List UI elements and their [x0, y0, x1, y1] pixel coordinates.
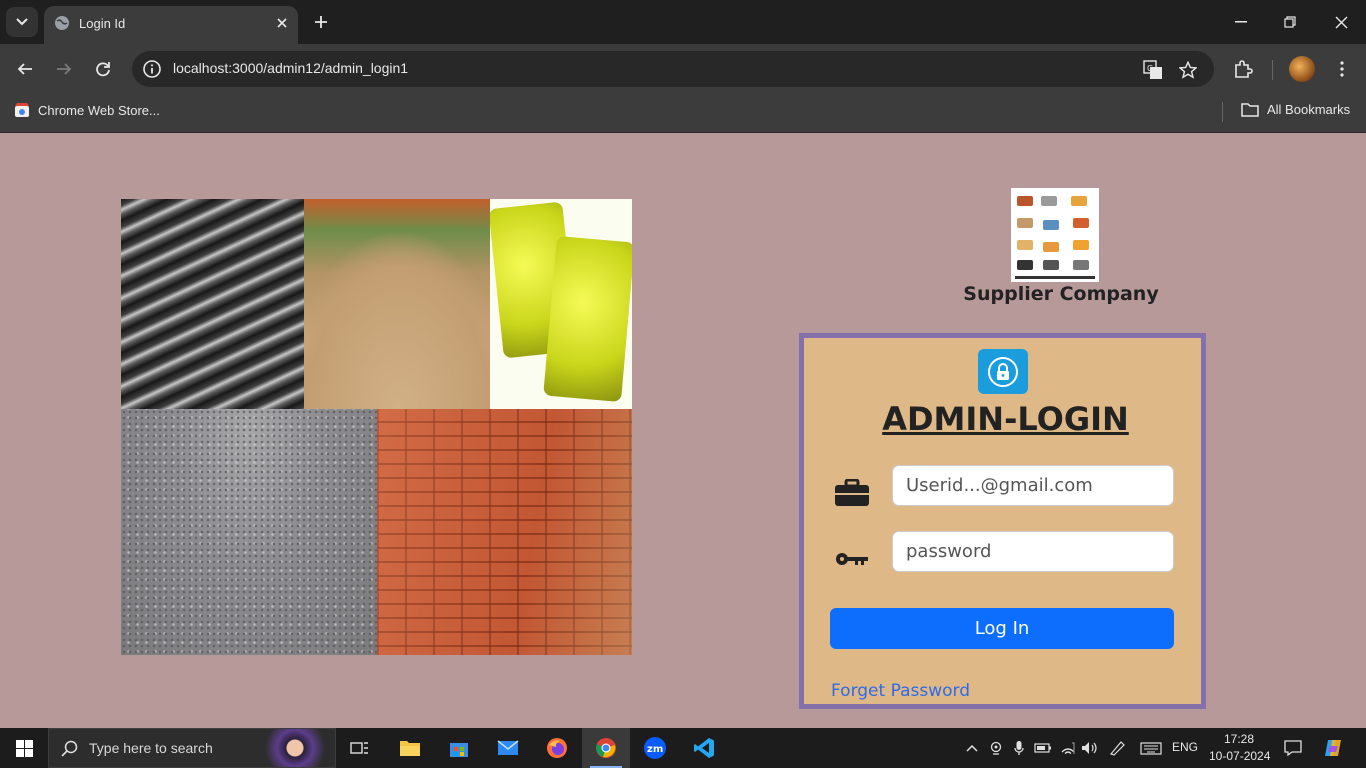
back-icon: [17, 63, 32, 75]
windows-taskbar: Type here to search zm ENG 17:28 10-07-2…: [0, 728, 1366, 768]
company-logo: [1011, 188, 1099, 282]
copilot-icon[interactable]: [1322, 738, 1344, 758]
search-highlight-image: [259, 729, 331, 767]
store-icon: [15, 103, 29, 117]
zoom-icon: zm: [644, 737, 666, 759]
firefox-icon: [547, 738, 567, 758]
tab-search-icon: [16, 18, 28, 26]
chrome-button[interactable]: [582, 728, 630, 768]
info-icon[interactable]: [142, 59, 162, 83]
clock-date[interactable]: 10-07-2024: [1209, 749, 1270, 763]
search-icon: [61, 740, 78, 757]
task-view-icon: [350, 742, 368, 754]
bookmark-label: Chrome Web Store...: [38, 102, 160, 118]
bricks-image: [377, 409, 632, 655]
tab-title: Login Id: [79, 16, 126, 31]
browser-tab[interactable]: Login Id: [44, 6, 298, 44]
login-title: ADMIN-LOGIN: [882, 400, 1129, 438]
company-name: Supplier Company: [963, 283, 1159, 305]
reload-icon: [96, 62, 110, 77]
materials-collage-image: [121, 199, 632, 655]
sand-image: [304, 199, 490, 409]
password-input[interactable]: [892, 531, 1174, 572]
bookmarks-bar: Chrome Web Store... All Bookmarks: [0, 94, 1366, 133]
wifi-icon[interactable]: [1058, 738, 1078, 758]
userid-input[interactable]: [892, 465, 1174, 506]
all-bookmarks-label: All Bookmarks: [1267, 102, 1351, 117]
maximize-button[interactable]: [1275, 8, 1305, 36]
store-button[interactable]: [435, 728, 483, 768]
battery-icon[interactable]: [1033, 738, 1053, 758]
language-indicator[interactable]: ENG: [1172, 740, 1198, 754]
profile-avatar[interactable]: [1289, 56, 1315, 82]
gravel-image: [121, 409, 377, 655]
address-bar[interactable]: localhost:3000/admin12/admin_login1 G: [132, 51, 1214, 87]
minimize-button[interactable]: [1226, 8, 1256, 36]
tab-search-button[interactable]: [6, 7, 38, 37]
taskbar-search-box[interactable]: Type here to search: [48, 728, 336, 768]
chevron-up-icon[interactable]: [962, 738, 982, 758]
star-icon[interactable]: [1177, 59, 1199, 81]
volume-icon[interactable]: [1080, 738, 1100, 758]
mail-button[interactable]: [484, 728, 532, 768]
all-bookmarks-button[interactable]: All Bookmarks: [1241, 102, 1350, 117]
zoom-button[interactable]: zm: [631, 728, 679, 768]
globe-icon: [54, 15, 70, 35]
file-explorer-icon: [400, 741, 420, 756]
bookmarks-separator: [1222, 102, 1223, 122]
notifications-icon[interactable]: [1283, 738, 1303, 758]
folder-icon: [1241, 103, 1259, 117]
minimize-icon: [1235, 21, 1247, 23]
window-close-button[interactable]: [1326, 8, 1356, 36]
firefox-button[interactable]: [533, 728, 581, 768]
browser-tab-bar: Login Id: [0, 0, 1366, 44]
steel-rods-image: [121, 199, 304, 409]
page-content: Supplier Company ADMIN-LOGIN Log In Forg…: [0, 133, 1366, 728]
windows-icon: [15, 739, 33, 757]
cement-bags-image: [490, 199, 632, 409]
taskbar-search-text: Type here to search: [89, 740, 213, 756]
microphone-icon[interactable]: [1009, 738, 1029, 758]
toolbar-separator: [1272, 60, 1273, 80]
svg-text:zm: zm: [647, 744, 663, 755]
bookmark-chrome-web-store[interactable]: Chrome Web Store...: [14, 102, 160, 118]
new-tab-button[interactable]: [308, 9, 334, 35]
key-icon: [832, 544, 872, 574]
forward-button[interactable]: [49, 54, 79, 84]
reload-button[interactable]: [88, 54, 118, 84]
browser-toolbar: localhost:3000/admin12/admin_login1 G: [0, 44, 1366, 94]
close-icon[interactable]: [272, 13, 292, 33]
url-text[interactable]: localhost:3000/admin12/admin_login1: [173, 60, 408, 76]
forward-icon: [57, 63, 72, 75]
maximize-icon: [1284, 16, 1296, 28]
briefcase-icon: [832, 478, 872, 508]
file-explorer-button[interactable]: [386, 728, 434, 768]
pen-icon[interactable]: [1108, 738, 1128, 758]
back-button[interactable]: [10, 54, 40, 84]
webcam-icon[interactable]: [986, 738, 1006, 758]
clock-time[interactable]: 17:28: [1224, 732, 1254, 746]
vscode-icon: [694, 738, 714, 758]
vscode-button[interactable]: [680, 728, 728, 768]
chrome-icon: [596, 738, 616, 758]
login-button[interactable]: Log In: [830, 608, 1174, 649]
mail-icon: [497, 740, 519, 755]
lock-icon: [978, 349, 1028, 394]
menu-icon[interactable]: [1327, 54, 1357, 84]
admin-login-card: ADMIN-LOGIN Log In Forget Password: [799, 333, 1206, 709]
task-view-button[interactable]: [336, 728, 384, 768]
keyboard-icon[interactable]: [1139, 738, 1163, 758]
forget-password-link[interactable]: Forget Password: [831, 681, 970, 701]
translate-icon[interactable]: G: [1142, 59, 1164, 81]
start-button[interactable]: [0, 728, 48, 768]
extensions-icon[interactable]: [1228, 54, 1258, 84]
plus-icon: [315, 16, 327, 28]
close-icon: [1335, 16, 1347, 28]
store-icon: [450, 743, 468, 757]
svg-text:G: G: [1147, 64, 1153, 73]
